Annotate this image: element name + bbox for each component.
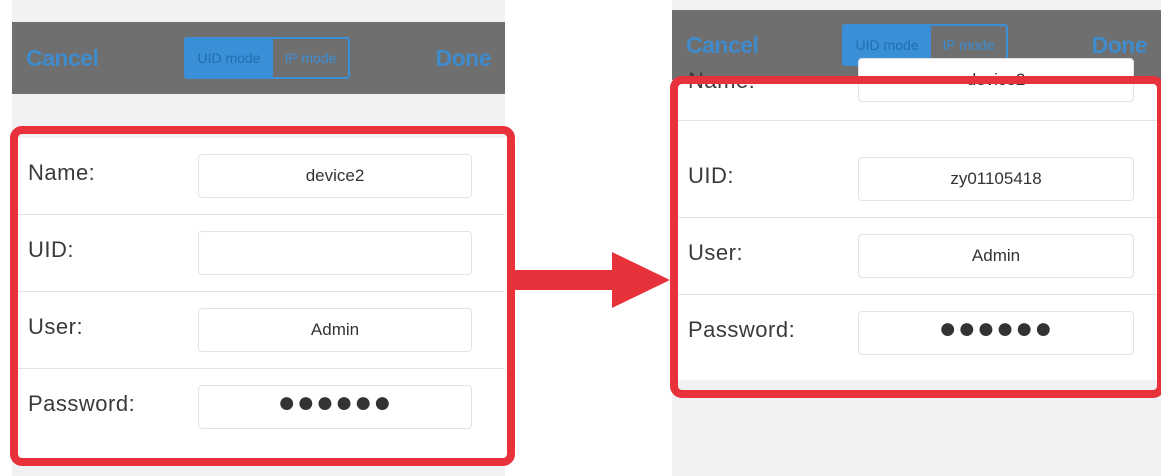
right-arrow-icon (514, 252, 670, 308)
password-label: Password: (28, 391, 136, 416)
password-row: Password: ●●●●●● (672, 295, 1161, 372)
device-form: Name: device2 UID: zy01105418 User: Admi… (672, 58, 1161, 380)
uid-row: UID: (12, 215, 505, 292)
uid-label: UID: (28, 237, 74, 262)
uid-field[interactable] (198, 231, 472, 275)
navigation-bar: Cancel UID mode IP mode Done (12, 22, 505, 94)
cancel-button[interactable]: Cancel (686, 32, 759, 59)
after-screen: Cancel UID mode IP mode Done Name: devic… (672, 0, 1161, 476)
done-button[interactable]: Done (1091, 32, 1147, 59)
ip-mode-segment[interactable]: IP mode (273, 39, 349, 77)
password-row: Password: ●●●●●● (12, 369, 505, 446)
name-row: Name: device2 (672, 58, 1161, 121)
name-field[interactable]: device2 (198, 154, 472, 198)
password-field[interactable]: ●●●●●● (198, 385, 472, 429)
name-row: Name: device2 (12, 138, 505, 215)
uid-mode-segment[interactable]: UID mode (185, 39, 273, 77)
cancel-button[interactable]: Cancel (26, 45, 99, 72)
user-row: User: Admin (672, 218, 1161, 295)
uid-label: UID: (688, 163, 734, 188)
uid-field[interactable]: zy01105418 (858, 157, 1134, 201)
name-label: Name: (28, 160, 96, 185)
name-field[interactable]: device2 (858, 58, 1134, 102)
done-button[interactable]: Done (435, 45, 491, 72)
user-field[interactable]: Admin (198, 308, 472, 352)
user-row: User: Admin (12, 292, 505, 369)
user-field[interactable]: Admin (858, 234, 1134, 278)
before-screen: Cancel UID mode IP mode Done Name: devic… (12, 0, 505, 476)
name-label: Name: (688, 68, 756, 93)
user-label: User: (28, 314, 84, 339)
mode-segmented-control: UID mode IP mode (183, 37, 351, 79)
password-field[interactable]: ●●●●●● (858, 311, 1134, 355)
uid-row: UID: zy01105418 (672, 141, 1161, 218)
device-form: Name: device2 UID: User: Admin Password:… (12, 138, 505, 458)
password-label: Password: (688, 317, 796, 342)
user-label: User: (688, 240, 744, 265)
